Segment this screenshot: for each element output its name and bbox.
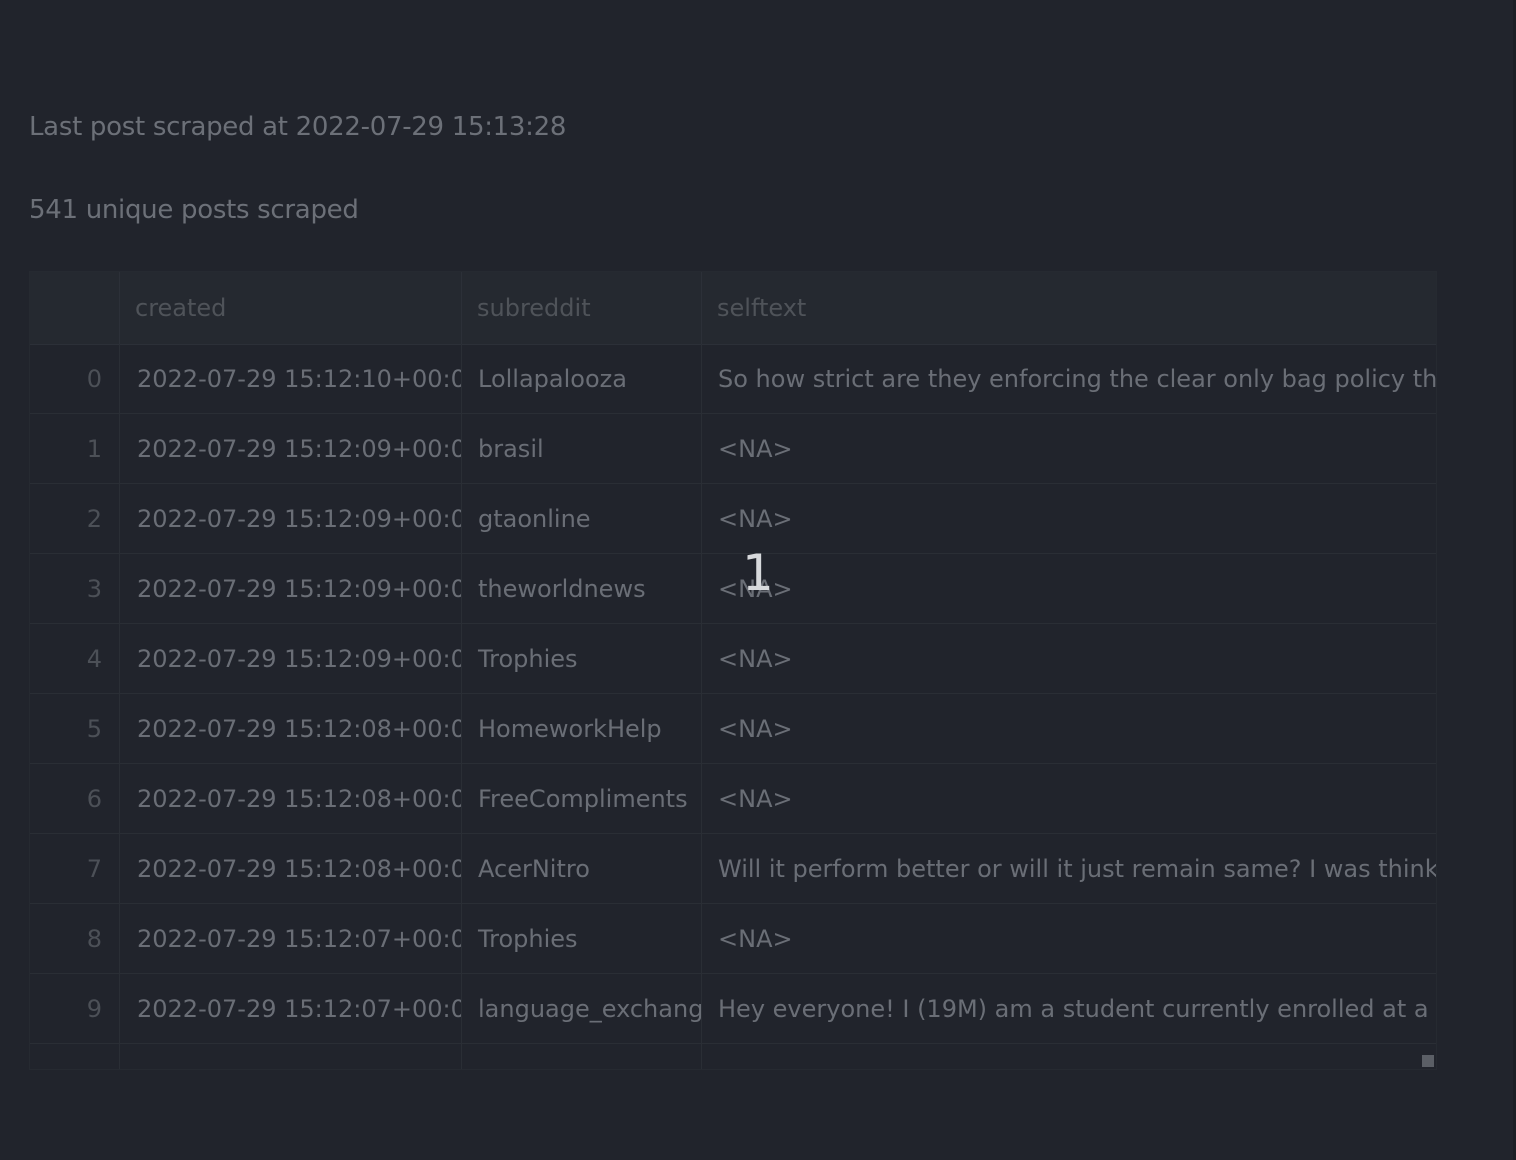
table-row: 3 2022-07-29 15:12:09+00:00 theworldnews <N…: [30, 554, 1436, 624]
created-cell[interactable]: 2022-07-29 15:12:09+00:00: [120, 624, 462, 694]
selftext-cell[interactable]: Will it perform better or will it just r…: [702, 834, 1436, 904]
row-index-cell[interactable]: 5: [30, 694, 120, 764]
table-row: 1 2022-07-29 15:12:09+00:00 brasil <NA>: [30, 414, 1436, 484]
selftext-cell[interactable]: <NA>: [702, 554, 1436, 624]
selftext-cell[interactable]: <NA>: [702, 414, 1436, 484]
selftext-cell[interactable]: <NA>: [702, 764, 1436, 834]
subreddit-cell[interactable]: Trophies: [462, 904, 702, 974]
row-index-cell[interactable]: 1: [30, 414, 120, 484]
row-index-cell[interactable]: 3: [30, 554, 120, 624]
subreddit-cell[interactable]: gtaonline: [462, 484, 702, 554]
selftext-cell[interactable]: Hey everyone! I (19M) am a student curre…: [702, 974, 1436, 1044]
table-row: 4 2022-07-29 15:12:09+00:00 Trophies <NA>: [30, 624, 1436, 694]
row-index-cell[interactable]: [30, 1044, 120, 1069]
created-cell[interactable]: [120, 1044, 462, 1069]
table-row: 7 2022-07-29 15:12:08+00:00 AcerNitro Will …: [30, 834, 1436, 904]
table-row: 8 2022-07-29 15:12:07+00:00 Trophies <NA>: [30, 904, 1436, 974]
created-cell[interactable]: 2022-07-29 15:12:09+00:00: [120, 484, 462, 554]
selftext-cell[interactable]: <NA>: [702, 624, 1436, 694]
subreddit-cell[interactable]: Trophies: [462, 624, 702, 694]
table-row: 6 2022-07-29 15:12:08+00:00 FreeCompliment…: [30, 764, 1436, 834]
row-index-cell[interactable]: 8: [30, 904, 120, 974]
created-cell[interactable]: 2022-07-29 15:12:08+00:00: [120, 764, 462, 834]
table-row: [30, 1044, 1436, 1069]
subreddit-cell[interactable]: FreeCompliments: [462, 764, 702, 834]
selftext-cell[interactable]: So how strict are they enforcing the cle…: [702, 344, 1436, 414]
subreddit-cell[interactable]: language_exchange: [462, 974, 702, 1044]
table-resize-handle[interactable]: [1422, 1055, 1434, 1067]
column-header-selftext[interactable]: selftext: [702, 272, 1436, 344]
selftext-cell[interactable]: <NA>: [702, 904, 1436, 974]
created-cell[interactable]: 2022-07-29 15:12:07+00:00: [120, 974, 462, 1044]
subreddit-cell[interactable]: theworldnews: [462, 554, 702, 624]
subreddit-cell[interactable]: brasil: [462, 414, 702, 484]
created-cell[interactable]: 2022-07-29 15:12:08+00:00: [120, 834, 462, 904]
loading-counter-overlay: 1: [742, 544, 774, 602]
column-header-index[interactable]: [30, 272, 120, 344]
row-index-cell[interactable]: 4: [30, 624, 120, 694]
selftext-cell[interactable]: [702, 1044, 1436, 1069]
row-index-cell[interactable]: 2: [30, 484, 120, 554]
column-header-created[interactable]: created: [120, 272, 462, 344]
created-cell[interactable]: 2022-07-29 15:12:08+00:00: [120, 694, 462, 764]
posts-dataframe[interactable]: created subreddit selftext 0 2022-07-29 1…: [29, 271, 1437, 1070]
subreddit-cell[interactable]: AcerNitro: [462, 834, 702, 904]
table-row: 9 2022-07-29 15:12:07+00:00 language_excha…: [30, 974, 1436, 1044]
created-cell[interactable]: 2022-07-29 15:12:10+00:00: [120, 344, 462, 414]
column-header-subreddit[interactable]: subreddit: [462, 272, 702, 344]
subreddit-cell[interactable]: Lollapalooza: [462, 344, 702, 414]
table-row: 0 2022-07-29 15:12:10+00:00 Lollapalooza So…: [30, 344, 1436, 414]
table-body: 0 2022-07-29 15:12:10+00:00 Lollapalooza So…: [30, 344, 1436, 1069]
table-row: 2 2022-07-29 15:12:09+00:00 gtaonline <NA>: [30, 484, 1436, 554]
last-scraped-text: Last post scraped at 2022-07-29 15:13:28: [29, 112, 567, 142]
created-cell[interactable]: 2022-07-29 15:12:09+00:00: [120, 554, 462, 624]
selftext-cell[interactable]: <NA>: [702, 694, 1436, 764]
created-cell[interactable]: 2022-07-29 15:12:07+00:00: [120, 904, 462, 974]
created-cell[interactable]: 2022-07-29 15:12:09+00:00: [120, 414, 462, 484]
row-index-cell[interactable]: 7: [30, 834, 120, 904]
row-index-cell[interactable]: 0: [30, 344, 120, 414]
subreddit-cell[interactable]: HomeworkHelp: [462, 694, 702, 764]
table-row: 5 2022-07-29 15:12:08+00:00 HomeworkHelp <N…: [30, 694, 1436, 764]
unique-posts-count-text: 541 unique posts scraped: [29, 195, 359, 225]
subreddit-cell[interactable]: [462, 1044, 702, 1069]
row-index-cell[interactable]: 6: [30, 764, 120, 834]
row-index-cell[interactable]: 9: [30, 974, 120, 1044]
selftext-cell[interactable]: <NA>: [702, 484, 1436, 554]
table-header-row: created subreddit selftext: [30, 272, 1436, 345]
app-page: Last post scraped at 2022-07-29 15:13:28…: [0, 0, 1516, 1160]
